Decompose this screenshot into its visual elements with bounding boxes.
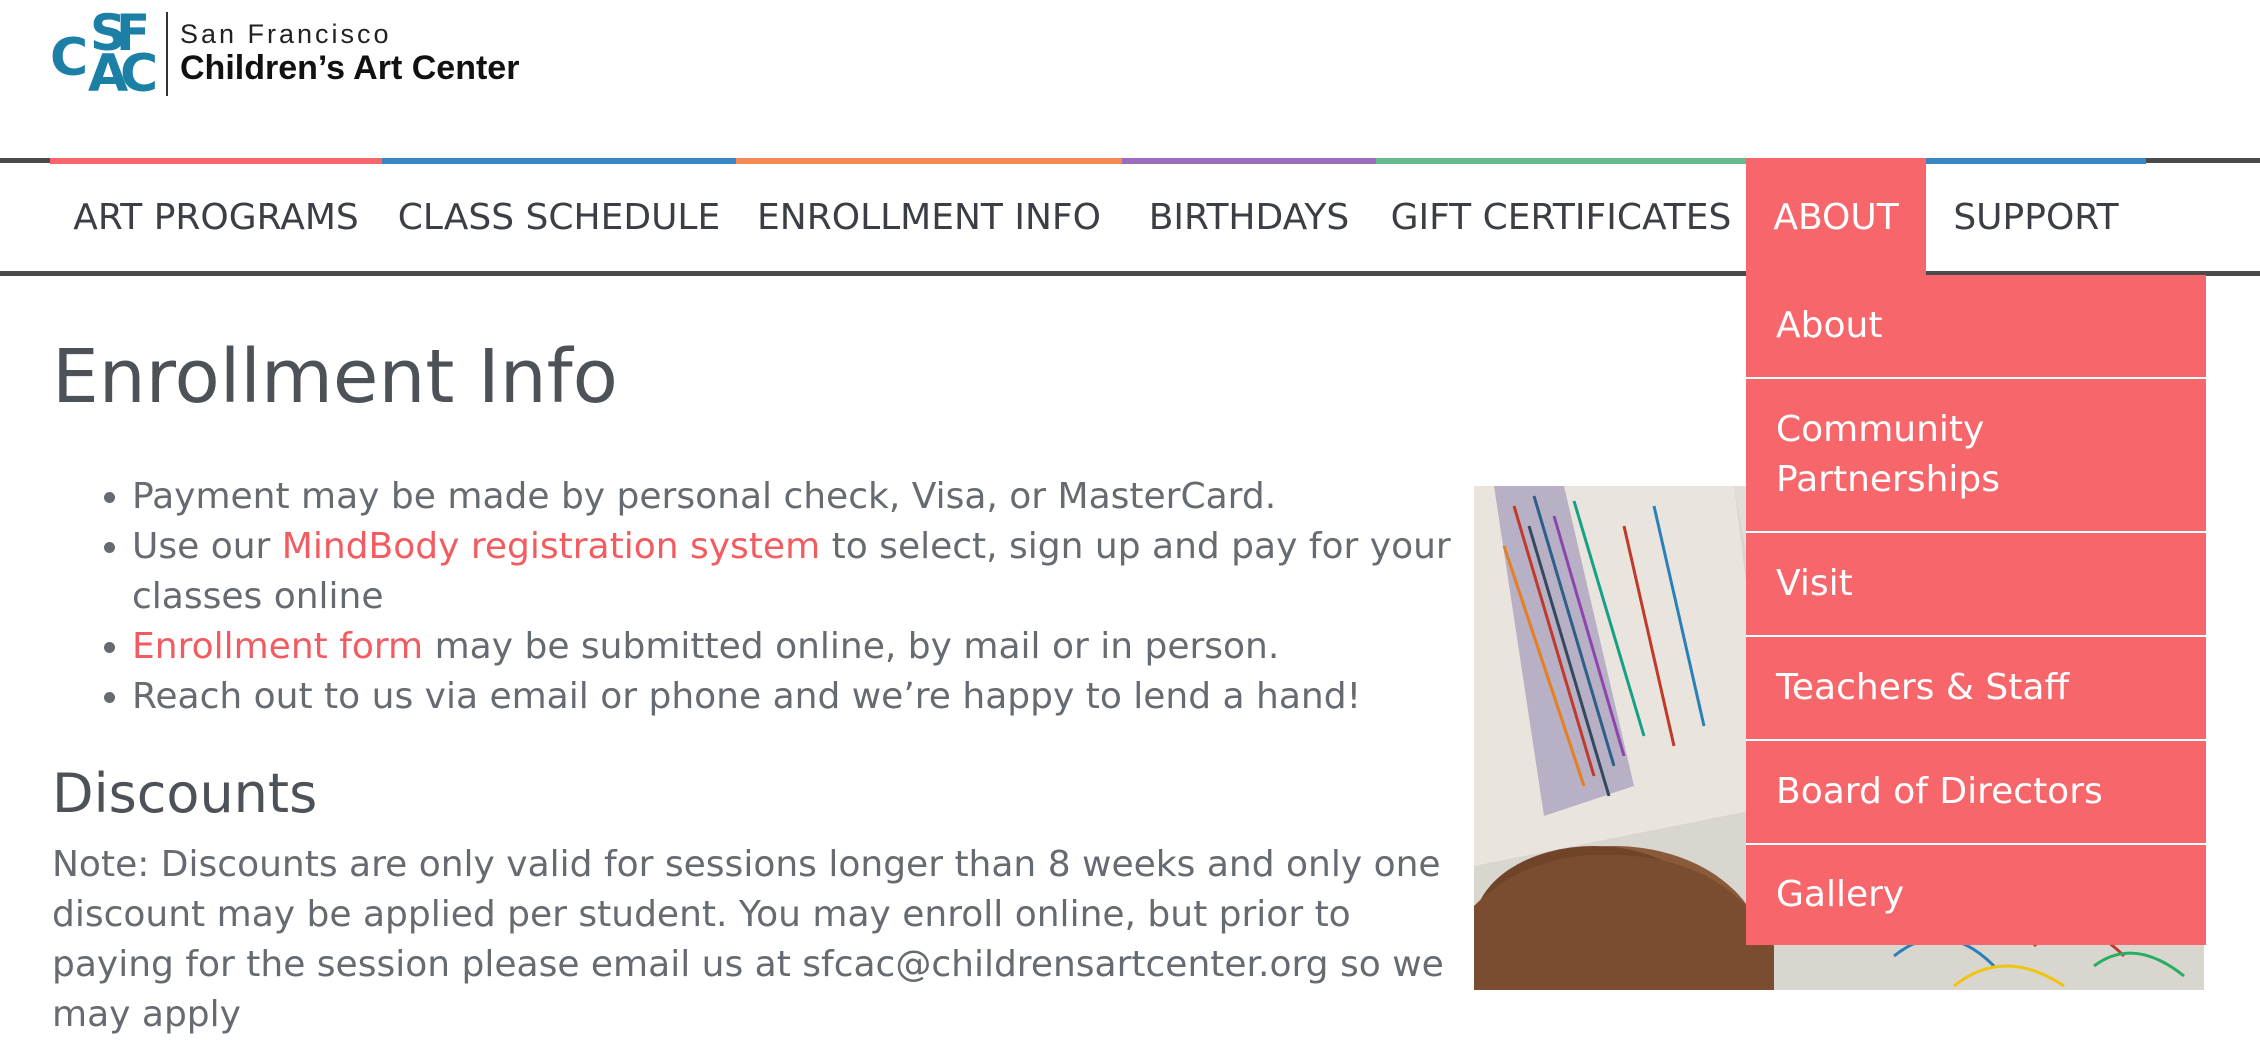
bullet-payment: Payment may be made by personal check, V… (132, 472, 1492, 522)
bullet-enrollment-form: Enrollment form may be submitted online,… (132, 622, 1492, 672)
nav-art-programs[interactable]: ART PROGRAMS (50, 164, 382, 271)
logo-letter-c: C (50, 28, 88, 88)
bullet-payment-text: Payment may be made by personal check, V… (132, 476, 1277, 517)
discounts-heading: Discounts (52, 762, 318, 825)
dropdown-item-gallery[interactable]: Gallery (1746, 845, 2206, 945)
dropdown-item-teachers-staff[interactable]: Teachers & Staff (1746, 637, 2206, 741)
enrollment-form-link[interactable]: Enrollment form (132, 626, 423, 667)
dropdown-item-board-of-directors[interactable]: Board of Directors (1746, 741, 2206, 845)
nav-enrollment-info[interactable]: ENROLLMENT INFO (736, 164, 1122, 271)
logo-letter-a: A (88, 44, 128, 104)
discounts-note: Note: Discounts are only valid for sessi… (52, 844, 1444, 1035)
logo-letter-c2: C (120, 44, 158, 104)
site-logo[interactable]: C S F A C San Francisco Children’s Art C… (50, 4, 519, 104)
logo-divider (166, 12, 168, 96)
bullet-enrollment-form-post: may be submitted online, by mail or in p… (423, 626, 1280, 667)
brand-subtitle: San Francisco (180, 19, 392, 50)
dropdown-item-about[interactable]: About (1746, 275, 2206, 379)
logo-text: San Francisco Children’s Art Center (180, 20, 519, 87)
bullet-mindbody: Use our MindBody registration system to … (132, 522, 1492, 622)
bullet-mindbody-pre: Use our (132, 526, 282, 567)
nav-class-schedule[interactable]: CLASS SCHEDULE (382, 164, 736, 271)
nav-support[interactable]: SUPPORT (1926, 164, 2146, 271)
page-title: Enrollment Info (52, 334, 618, 420)
dropdown-item-community-partnerships[interactable]: Community Partnerships (1746, 379, 2206, 533)
logo-mark: C S F A C (50, 4, 160, 104)
enrollment-bullets: Payment may be made by personal check, V… (52, 472, 1492, 722)
mindbody-registration-link[interactable]: MindBody registration system (282, 526, 820, 567)
dropdown-item-visit[interactable]: Visit (1746, 533, 2206, 637)
about-dropdown-menu: About Community Partnerships Visit Teach… (1746, 275, 2206, 945)
nav-gift-certificates[interactable]: GIFT CERTIFICATES (1376, 164, 1746, 271)
brand-name: Children’s Art Center (180, 49, 520, 88)
nav-birthdays[interactable]: BIRTHDAYS (1122, 164, 1376, 271)
bullet-contact: Reach out to us via email or phone and w… (132, 672, 1492, 722)
bullet-contact-text: Reach out to us via email or phone and w… (132, 676, 1362, 717)
nav-about[interactable]: ABOUT (1746, 158, 1926, 276)
